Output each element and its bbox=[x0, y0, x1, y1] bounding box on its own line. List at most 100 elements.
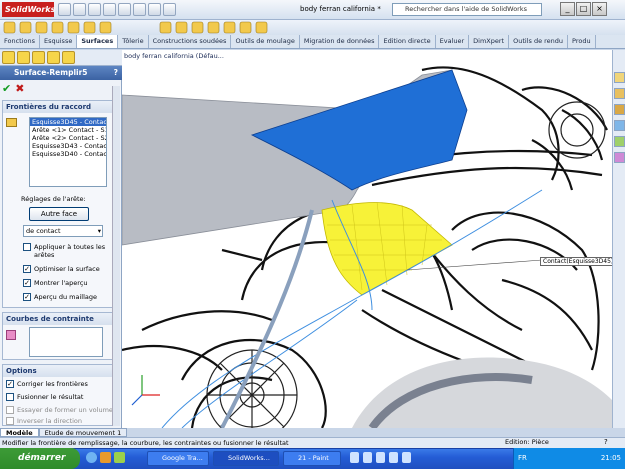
checkbox-box bbox=[6, 406, 14, 414]
maximize-button[interactable]: □ bbox=[576, 2, 591, 16]
curvature-control-select[interactable]: de contact ▾ bbox=[23, 225, 103, 237]
file-explorer-icon[interactable] bbox=[614, 104, 625, 115]
options-icon[interactable] bbox=[163, 3, 176, 16]
tab-migration-donnees[interactable]: Migration de données bbox=[300, 35, 380, 48]
contact-callout[interactable]: Contact(Esquisse3D45) bbox=[540, 257, 617, 266]
tab-dimxpert[interactable]: DimXpert bbox=[469, 35, 510, 48]
display-manager-icon[interactable] bbox=[62, 51, 75, 64]
model-tabs: Modèle Etude de mouvement 1 bbox=[0, 428, 200, 437]
graphics-viewport[interactable] bbox=[122, 50, 612, 428]
print-icon[interactable] bbox=[103, 3, 116, 16]
tab-edition-directe[interactable]: Edition directe bbox=[379, 35, 436, 48]
start-label: démarrer bbox=[18, 453, 66, 463]
list-item[interactable]: Esquisse3D45 - Contact bbox=[30, 118, 106, 126]
status-help-icon[interactable]: ? bbox=[604, 438, 608, 446]
toolbar-icons bbox=[3, 21, 268, 34]
help-icon[interactable]: ? bbox=[114, 66, 118, 80]
open-file-icon[interactable] bbox=[73, 3, 86, 16]
car-body-sketch[interactable] bbox=[122, 50, 612, 428]
constraint-group-title[interactable]: Courbes de contrainte bbox=[3, 313, 117, 325]
clock[interactable]: 21:05 bbox=[601, 454, 621, 462]
taskbar-item-solidworks[interactable]: SolidWorks... bbox=[213, 451, 279, 466]
configuration-manager-icon[interactable] bbox=[32, 51, 45, 64]
dimxpert-manager-icon[interactable] bbox=[47, 51, 60, 64]
home-icon[interactable] bbox=[614, 72, 625, 83]
tab-modele[interactable]: Modèle bbox=[0, 428, 39, 437]
document-title: body ferran california * bbox=[300, 5, 381, 13]
media-play-icon[interactable] bbox=[363, 452, 372, 463]
select-icon[interactable] bbox=[133, 3, 146, 16]
apply-all-edges-checkbox[interactable]: Appliquer à toutes les arêtes bbox=[23, 243, 113, 259]
boundary-group: Frontières du raccord Esquisse3D45 - Con… bbox=[2, 100, 118, 308]
list-item[interactable]: Esquisse3D40 - Contact bbox=[30, 150, 106, 158]
list-item[interactable]: Arête <2> Contact - S2 bbox=[30, 134, 106, 142]
options-group-title[interactable]: Options bbox=[3, 365, 117, 377]
cancel-icon[interactable]: ✖ bbox=[15, 82, 24, 95]
fix-boundaries-checkbox[interactable]: ✓ Corriger les frontières bbox=[6, 380, 88, 388]
list-item[interactable]: Esquisse3D43 - Contact bbox=[30, 142, 106, 150]
tab-fonctions[interactable]: Fonctions bbox=[0, 35, 41, 48]
media-prev-icon[interactable] bbox=[350, 452, 359, 463]
tab-outils-rendu[interactable]: Outils de rendu bbox=[509, 35, 569, 48]
tab-esquisse[interactable]: Esquisse bbox=[40, 35, 78, 48]
close-button[interactable]: × bbox=[592, 2, 607, 16]
checkbox-label: Aperçu du maillage bbox=[34, 293, 98, 301]
boundary-list[interactable]: Esquisse3D45 - Contact Arête <1> Contact… bbox=[29, 117, 107, 187]
help-search-input[interactable]: Rechercher dans l'aide de SolidWorks bbox=[392, 3, 542, 16]
search-icon[interactable] bbox=[614, 120, 625, 131]
taskbar-item-paint[interactable]: 21 - Paint bbox=[283, 451, 341, 466]
tab-outils-moulage[interactable]: Outils de moulage bbox=[231, 35, 300, 48]
property-manager-icon[interactable] bbox=[17, 51, 30, 64]
media-stop-icon[interactable] bbox=[376, 452, 385, 463]
checkbox-label: Appliquer à toutes les arêtes bbox=[34, 243, 106, 259]
undo-icon[interactable] bbox=[118, 3, 131, 16]
tab-tolerie[interactable]: Tôlerie bbox=[118, 35, 149, 48]
window-controls: _ □ × bbox=[560, 2, 607, 16]
show-preview-checkbox[interactable]: ✓ Montrer l'aperçu bbox=[23, 279, 87, 287]
start-button[interactable]: démarrer bbox=[0, 448, 80, 469]
feature-manager-icon[interactable] bbox=[2, 51, 15, 64]
command-manager-toolbar bbox=[0, 20, 625, 35]
minimize-button[interactable]: _ bbox=[560, 2, 575, 16]
constraint-curves-list[interactable] bbox=[29, 327, 103, 357]
tab-constructions-soudees[interactable]: Constructions soudées bbox=[149, 35, 232, 48]
app-logo[interactable]: SolidWorks bbox=[2, 2, 55, 17]
panel-scrollbar[interactable] bbox=[112, 86, 120, 426]
volume-icon[interactable] bbox=[402, 452, 411, 463]
checkbox-box bbox=[23, 243, 31, 251]
alternate-face-button[interactable]: Autre face bbox=[29, 207, 89, 221]
tree-breadcrumb[interactable]: body ferran california (Défau... bbox=[124, 52, 224, 60]
appearances-icon[interactable] bbox=[614, 152, 625, 163]
checkbox-label: Inverser la direction bbox=[17, 417, 83, 425]
save-icon[interactable] bbox=[88, 3, 101, 16]
quick-launch bbox=[86, 452, 125, 463]
tab-surfaces[interactable]: Surfaces bbox=[77, 35, 119, 48]
list-item[interactable]: Arête <1> Contact - S1 bbox=[30, 126, 106, 134]
checkbox-box: ✓ bbox=[23, 293, 31, 301]
ok-icon[interactable]: ✔ bbox=[2, 82, 11, 95]
rebuild-icon[interactable] bbox=[148, 3, 161, 16]
desktop-icon[interactable] bbox=[114, 452, 125, 463]
language-indicator[interactable]: FR bbox=[518, 448, 527, 468]
firefox-icon[interactable] bbox=[100, 452, 111, 463]
status-message: Modifier la frontière de remplissage, la… bbox=[2, 439, 289, 447]
design-library-icon[interactable] bbox=[614, 88, 625, 99]
reverse-direction-checkbox[interactable]: Inverser la direction bbox=[6, 417, 82, 425]
tab-produ[interactable]: Produ bbox=[568, 35, 596, 48]
optimize-surface-checkbox[interactable]: ✓ Optimiser la surface bbox=[23, 265, 100, 273]
new-file-icon[interactable] bbox=[58, 3, 71, 16]
ie-icon[interactable] bbox=[86, 452, 97, 463]
mesh-preview-checkbox[interactable]: ✓ Aperçu du maillage bbox=[23, 293, 97, 301]
boundary-group-title[interactable]: Frontières du raccord bbox=[3, 101, 117, 113]
checkbox-label: Montrer l'aperçu bbox=[34, 279, 88, 287]
feature-name: Surface-Remplir5 bbox=[14, 68, 88, 77]
tab-evaluer[interactable]: Evaluer bbox=[436, 35, 470, 48]
status-edit-mode: Edition: Pièce bbox=[505, 438, 549, 446]
merge-result-checkbox[interactable]: Fusionner le résultat bbox=[6, 393, 83, 401]
taskbar-item-google[interactable]: Google Tra... bbox=[147, 451, 209, 466]
try-form-solid-checkbox[interactable]: Essayer de former un volume bbox=[6, 406, 113, 414]
tab-motion-study[interactable]: Etude de mouvement 1 bbox=[38, 428, 128, 437]
view-palette-icon[interactable] bbox=[614, 136, 625, 147]
media-next-icon[interactable] bbox=[389, 452, 398, 463]
edge-selection-icon bbox=[6, 118, 17, 127]
